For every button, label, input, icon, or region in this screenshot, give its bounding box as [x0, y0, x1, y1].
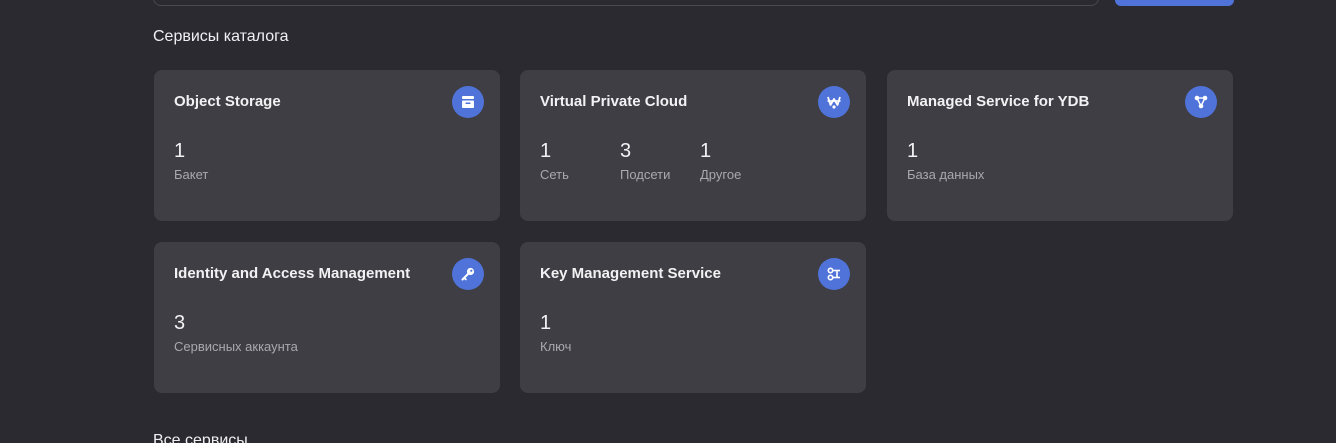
storage-icon — [452, 86, 484, 118]
metric-label: Сервисных аккаунта — [174, 339, 298, 354]
primary-action-button[interactable] — [1115, 0, 1234, 6]
key-icon — [452, 258, 484, 290]
metric-value: 1 — [700, 140, 712, 162]
network-icon — [818, 86, 850, 118]
service-card-managed-ydb[interactable]: Managed Service for YDB 1 База данных — [887, 70, 1233, 221]
search-input[interactable] — [153, 0, 1099, 6]
card-title: Managed Service for YDB — [907, 93, 1090, 110]
service-card-object-storage[interactable]: Object Storage 1 Бакет — [154, 70, 500, 221]
service-card-virtual-private-cloud[interactable]: Virtual Private Cloud 1 Сеть 3 Подсети 1… — [520, 70, 866, 221]
section-title-catalog-services: Сервисы каталога — [153, 28, 289, 45]
metric: 1 База данных — [907, 140, 987, 183]
metric: 3 Сервисных аккаунта — [174, 312, 298, 355]
metric: 1 Сеть — [540, 140, 620, 183]
metric: 1 Ключ — [540, 312, 620, 355]
card-title: Virtual Private Cloud — [540, 93, 688, 110]
metric-value: 1 — [540, 140, 552, 162]
metric-value: 1 — [540, 312, 552, 334]
service-card-kms[interactable]: Key Management Service 1 Ключ — [520, 242, 866, 393]
metric-value: 3 — [174, 312, 186, 334]
metric: 1 Другое — [700, 140, 780, 183]
metric-value: 3 — [620, 140, 632, 162]
metric: 3 Подсети — [620, 140, 700, 183]
metric-value: 1 — [174, 140, 186, 162]
card-title: Object Storage — [174, 93, 281, 110]
metric-label: База данных — [907, 167, 985, 182]
metric-label: Сеть — [540, 167, 569, 182]
section-title-all-services: Все сервисы — [153, 432, 248, 443]
metric-label: Другое — [700, 167, 742, 182]
service-card-iam[interactable]: Identity and Access Management 3 Сервисн… — [154, 242, 500, 393]
metric-label: Подсети — [620, 167, 671, 182]
metric: 1 Бакет — [174, 140, 254, 183]
metric-label: Ключ — [540, 339, 572, 354]
catalog-dashboard: Сервисы каталога Object Storage 1 Бакет … — [0, 0, 1336, 443]
kms-key-icon — [818, 258, 850, 290]
metric-value: 1 — [907, 140, 919, 162]
card-title: Identity and Access Management — [174, 265, 411, 282]
database-nodes-icon — [1185, 86, 1217, 118]
metric-label: Бакет — [174, 167, 209, 182]
card-title: Key Management Service — [540, 265, 721, 282]
